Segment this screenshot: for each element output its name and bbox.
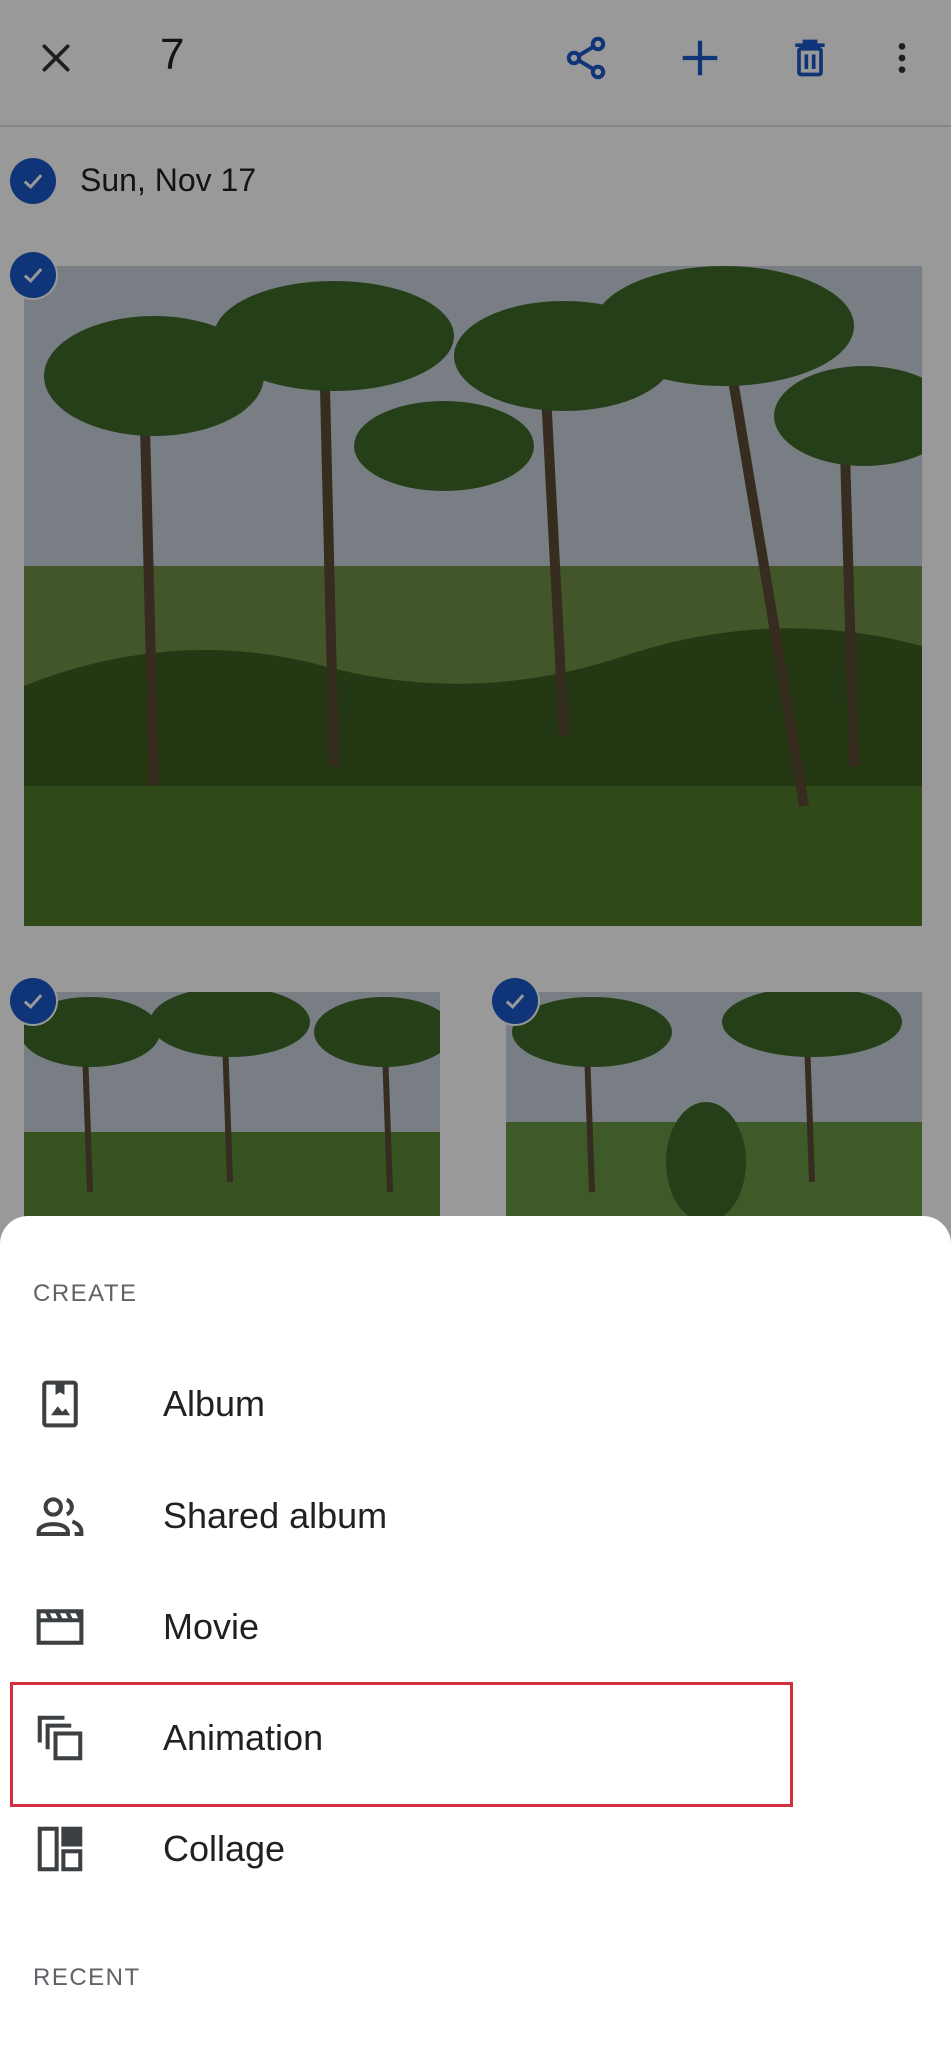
create-movie-item[interactable]: Movie <box>0 1572 951 1682</box>
recent-section-header: RECENT <box>33 1964 141 1991</box>
create-collage-item[interactable]: Collage <box>0 1794 951 1904</box>
animation-highlight-box <box>10 1682 793 1807</box>
shared-album-icon <box>33 1489 87 1543</box>
create-album-item[interactable]: Album <box>0 1349 951 1459</box>
create-shared-album-item[interactable]: Shared album <box>0 1461 951 1571</box>
shared-album-label: Shared album <box>163 1495 388 1536</box>
collage-label: Collage <box>163 1828 286 1869</box>
create-section-header: CREATE <box>33 1280 138 1307</box>
movie-label: Movie <box>163 1606 260 1647</box>
album-label: Album <box>163 1383 266 1424</box>
collage-icon <box>33 1822 87 1876</box>
album-icon <box>33 1377 87 1431</box>
movie-icon <box>33 1600 87 1654</box>
